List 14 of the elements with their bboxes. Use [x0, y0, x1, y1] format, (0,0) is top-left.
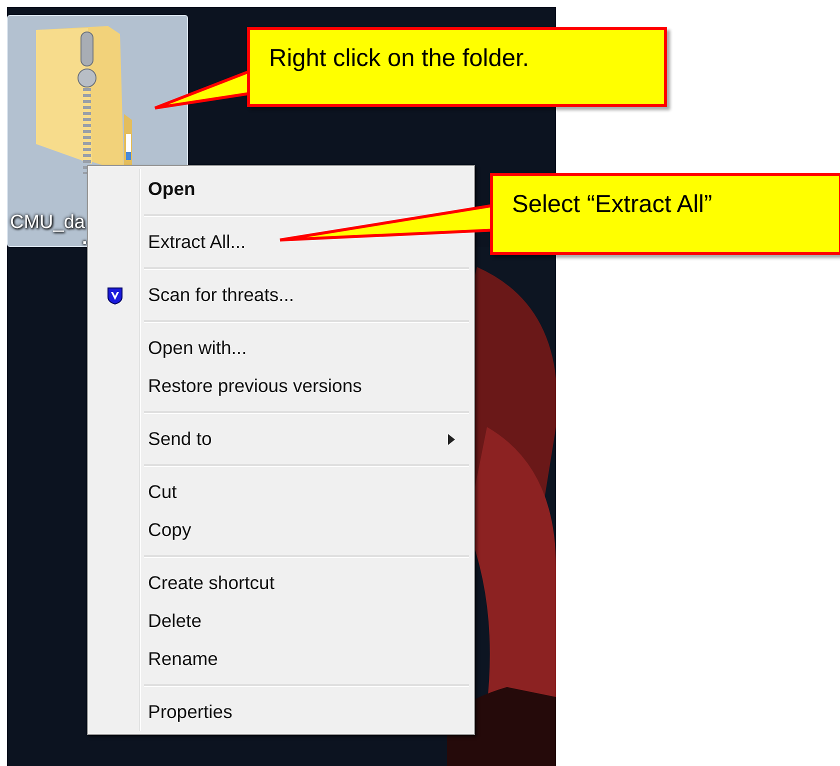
callout: Right click on the folder. — [247, 27, 667, 107]
menu-item[interactable]: Scan for threats... — [91, 276, 471, 314]
shield-icon — [106, 287, 124, 305]
callout: Select “Extract All” — [490, 173, 840, 255]
menu-item[interactable]: Cut — [91, 473, 471, 511]
menu-item[interactable]: Rename — [91, 640, 471, 678]
menu-item[interactable]: Restore previous versions — [91, 367, 471, 405]
menu-item[interactable]: Properties — [91, 693, 471, 731]
menu-item[interactable]: Delete — [91, 602, 471, 640]
icon-label: CMU_da — [10, 212, 85, 234]
menu-item[interactable]: Create shortcut — [91, 564, 471, 602]
menu-item[interactable]: Copy — [91, 511, 471, 549]
menu-item[interactable]: Send to — [91, 420, 471, 458]
menu-item[interactable]: Open with... — [91, 329, 471, 367]
